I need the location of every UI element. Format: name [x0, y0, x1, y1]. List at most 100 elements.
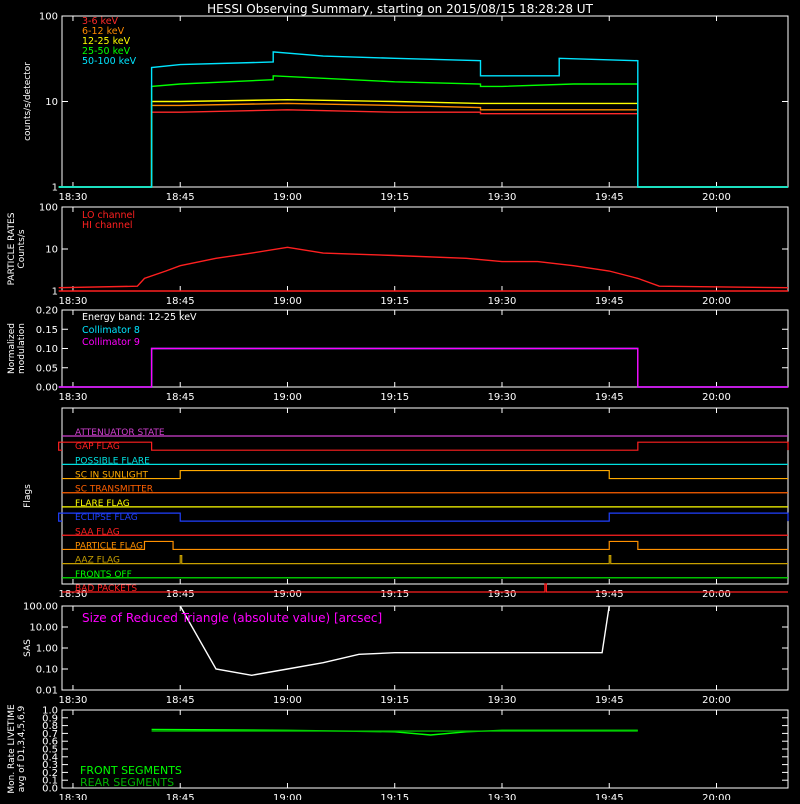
y-axis-label: Counts/s — [17, 229, 27, 268]
y-tick-label: 10 — [45, 97, 58, 108]
y-axis-label: avg of D1,3,4,5,6,9 — [17, 705, 27, 792]
y-tick-label: 100 — [39, 203, 58, 214]
x-tick-label: 18:45 — [166, 589, 195, 600]
y-tick-label: 10 — [45, 245, 58, 256]
x-tick-label: 19:30 — [488, 296, 517, 307]
x-tick-label: 18:45 — [166, 296, 195, 307]
x-tick-label: 18:45 — [166, 793, 195, 800]
x-tick-label: 20:00 — [702, 793, 731, 800]
flag-label: PARTICLE FLAG — [75, 541, 143, 551]
flag-label: GAP FLAG — [75, 442, 120, 452]
chart-title: HESSI Observing Summary, starting on 201… — [207, 2, 593, 16]
panel-modulation: 18:30 18:45 19:00 19:15 19:30 19:45 20:00 Norma… — [7, 306, 789, 403]
x-tick-label: 20:00 — [702, 589, 731, 600]
y-tick-label: 0.05 — [36, 363, 58, 374]
y-tick-label: 0.00 — [36, 383, 58, 394]
x-tick-label: 19:15 — [380, 793, 409, 800]
flag-label: ATTENUATOR STATE — [75, 428, 165, 438]
hessi-summary-chart: HESSI Observing Summary, starting on 201… — [7, 2, 789, 804]
x-tick-label: 19:30 — [488, 392, 517, 403]
y-axis-label: PARTICLE RATES — [7, 212, 17, 285]
series-line — [58, 102, 788, 188]
y-tick-label: 1 — [52, 287, 58, 298]
x-tick-label: 19:00 — [273, 695, 302, 706]
y-axis-label: SAS — [23, 639, 33, 657]
x-tick-label: 19:45 — [595, 296, 624, 307]
flag-label: BAD PACKETS — [75, 584, 137, 594]
x-tick-label: 19:30 — [488, 695, 517, 706]
x-tick-label: 19:45 — [595, 589, 624, 600]
y-axis-label: Mon. Rate LIVETIME — [7, 704, 17, 794]
x-tick-label: 19:15 — [380, 695, 409, 706]
flag-label: ECLIPSE FLAG — [75, 513, 138, 523]
flag-line — [62, 540, 788, 551]
panel-annotation: Energy band: 12-25 keV — [82, 312, 197, 323]
legend-entry: Collimator 8 — [82, 325, 140, 336]
x-tick-label: 19:00 — [273, 296, 302, 307]
x-tick-label: 19:00 — [273, 793, 302, 800]
flag-label: SAA FLAG — [75, 527, 120, 537]
y-tick-label: 10.00 — [29, 623, 58, 634]
flag-label: SC IN SUNLIGHT — [75, 471, 149, 481]
x-tick-label: 18:30 — [59, 793, 88, 800]
x-tick-label: 19:30 — [488, 192, 517, 203]
flag-label: SC TRANSMITTER — [75, 485, 153, 495]
panel-sas: 18:30 18:45 19:00 19:15 19:30 19:45 20:00 SAS0.… — [23, 602, 789, 706]
flag-label: FRONTS OFF — [75, 570, 132, 580]
flag-label: POSSIBLE FLARE — [75, 456, 150, 466]
x-tick-label: 19:00 — [273, 589, 302, 600]
x-tick-label: 19:15 — [380, 392, 409, 403]
plot-frame — [61, 206, 789, 292]
series-line — [58, 51, 788, 188]
y-tick-label: 0.15 — [36, 325, 58, 336]
x-tick-label: 19:15 — [380, 589, 409, 600]
x-tick-label: 20:00 — [702, 296, 731, 307]
y-tick-label: 0.20 — [36, 306, 58, 317]
series-line — [151, 728, 638, 736]
flag-line — [58, 441, 789, 451]
x-tick-label: 19:45 — [595, 695, 624, 706]
x-tick-label: 19:30 — [488, 793, 517, 800]
x-tick-label: 20:00 — [702, 695, 731, 706]
x-tick-label: 19:45 — [595, 392, 624, 403]
flag-line — [58, 512, 789, 522]
series-line — [58, 109, 788, 188]
x-tick-label: 19:45 — [595, 793, 624, 800]
y-axis-label: counts/s/detector — [23, 62, 33, 141]
y-tick-label: 0.10 — [36, 665, 58, 676]
y-tick-label: 1.0 — [42, 706, 58, 717]
x-tick-label: 19:15 — [380, 296, 409, 307]
x-tick-label: 19:30 — [488, 589, 517, 600]
flag-label: FLARE FLAG — [75, 499, 130, 509]
x-tick-label: 18:30 — [59, 192, 88, 203]
panel-livetime: 18:30 18:45 19:00 19:15 19:30 19:45 20:00 Mon. … — [7, 704, 789, 804]
panel-annotation: Size of Reduced Triangle (absolute value… — [82, 611, 382, 625]
plot-frame — [61, 407, 789, 585]
y-tick-label: 100.00 — [23, 602, 58, 613]
y-axis-label: Normalized — [7, 323, 17, 374]
panel-flags: 18:30 18:45 19:00 19:15 19:30 19:45 20:00Flags… — [23, 407, 789, 600]
y-tick-label: 0.10 — [36, 344, 58, 355]
series-line — [58, 75, 788, 188]
y-tick-label: 1 — [52, 183, 58, 194]
x-tick-label: 20:00 — [702, 192, 731, 203]
x-tick-label: 19:15 — [380, 192, 409, 203]
series-line — [58, 347, 788, 388]
y-axis-label: Flags — [23, 484, 33, 508]
panel-count-rates: 18:30 18:45 19:00 19:15 19:30 19:45 20:00 count… — [23, 12, 789, 203]
x-tick-label: 19:45 — [595, 192, 624, 203]
flag-line — [62, 469, 788, 480]
x-tick-label: 18:45 — [166, 695, 195, 706]
x-tick-label: 18:45 — [166, 192, 195, 203]
y-axis-label: modulation — [17, 323, 27, 374]
panel-particle-rates: 18:30 18:45 19:00 19:15 19:30 19:45 20:00 PARTI… — [7, 203, 789, 307]
legend-entry: REAR SEGMENTS — [80, 776, 174, 789]
flag-line — [62, 555, 788, 565]
series-line — [58, 347, 788, 388]
y-tick-label: 100 — [39, 12, 58, 23]
x-tick-label: 19:00 — [273, 392, 302, 403]
y-tick-label: 1.00 — [36, 644, 58, 655]
legend-entry: Collimator 9 — [82, 337, 140, 348]
x-tick-label: 18:30 — [59, 695, 88, 706]
x-tick-label: 20:00 — [702, 392, 731, 403]
